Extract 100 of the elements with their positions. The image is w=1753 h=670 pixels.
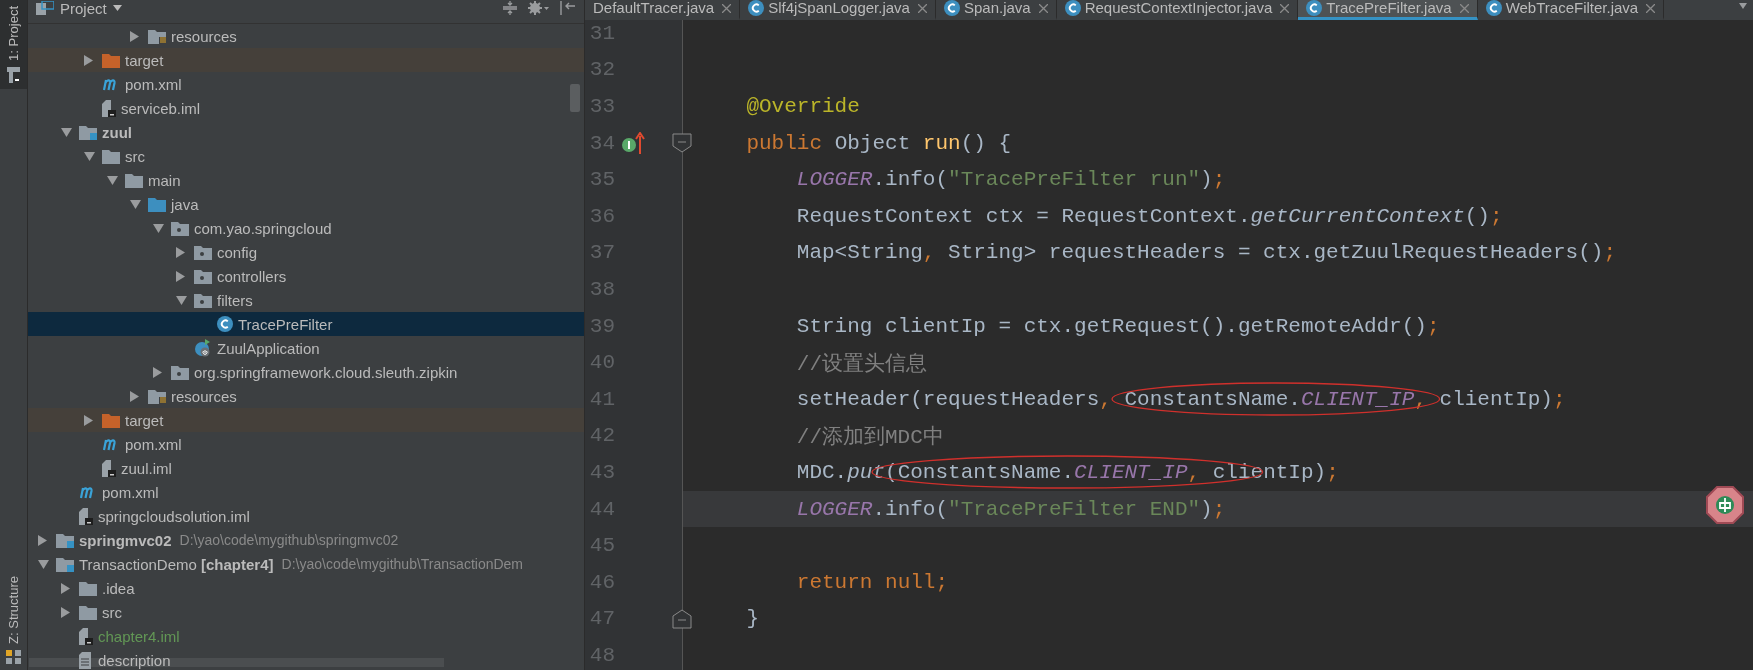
tree-item[interactable]: org.springframework.cloud.sleuth.zipkin: [28, 360, 584, 384]
package-icon: [171, 364, 189, 380]
caret-icon: [112, 5, 122, 11]
collapse-arrow-icon[interactable]: [38, 559, 49, 569]
resources-folder-icon: [148, 28, 166, 44]
collapse-arrow-icon[interactable]: [176, 295, 187, 305]
code-line: String clientIp = ctx.getRequest().getRemoteAddr();: [795, 313, 1441, 340]
tool-window-tab[interactable]: Z: Structure: [0, 570, 27, 670]
tree-item[interactable]: target: [28, 408, 584, 432]
class-icon: [1306, 0, 1323, 16]
collapse-arrow-icon[interactable]: [107, 175, 118, 185]
folder-icon: [79, 580, 97, 596]
tree-item[interactable]: TransactionDemo [chapter4] D:\yao\code\mygithub\TransactionDem: [28, 552, 584, 576]
class-icon: [943, 0, 960, 16]
tree-item[interactable]: controllers: [28, 264, 584, 288]
expand-arrow-icon[interactable]: [84, 414, 93, 426]
expand-arrow-icon[interactable]: [176, 270, 185, 282]
folder-tree-icon: [6, 66, 21, 83]
tree-item[interactable]: springcloudsolution.iml: [28, 504, 584, 528]
tree-item[interactable]: config: [28, 240, 584, 264]
tree-item[interactable]: filters: [28, 288, 584, 312]
code-line: public Object run() {: [745, 130, 1013, 157]
expand-arrow-icon[interactable]: [84, 54, 93, 66]
tree-item[interactable]: src: [28, 600, 584, 624]
code-line: //设置头信息: [795, 351, 929, 378]
resources-folder-icon: [148, 388, 166, 404]
close-icon[interactable]: [1038, 4, 1048, 13]
collapse-all-icon[interactable]: [502, 1, 518, 15]
editor-tab[interactable]: RequestContextInjector.java: [1056, 0, 1299, 20]
collapse-arrow-icon[interactable]: [84, 151, 95, 161]
expand-arrow-icon[interactable]: [176, 246, 185, 258]
override-marker-icon[interactable]: [621, 132, 645, 155]
class-icon: [748, 0, 765, 16]
editor-tab[interactable]: WebTraceFilter.java: [1477, 0, 1665, 20]
settings-icon[interactable]: [528, 1, 550, 15]
tree-item[interactable]: springmvc02 D:\yao\code\mygithub\springmvc02: [28, 528, 584, 552]
tree-item[interactable]: chapter4.iml: [28, 624, 584, 648]
class-icon: [1064, 0, 1081, 16]
package-icon: [194, 292, 212, 308]
folder-icon: [102, 148, 120, 164]
package-icon: [194, 268, 212, 284]
hide-panel-icon[interactable]: [560, 1, 576, 15]
editor-tab[interactable]: TracePreFilter.java: [1298, 0, 1478, 20]
close-icon[interactable]: [917, 4, 927, 13]
project-icon: [36, 1, 54, 15]
close-icon[interactable]: [722, 4, 732, 13]
tree-item[interactable]: .idea: [28, 576, 584, 600]
close-icon[interactable]: [1280, 4, 1290, 13]
expand-arrow-icon[interactable]: [130, 390, 139, 402]
tree-item[interactable]: description: [28, 648, 584, 670]
close-icon[interactable]: [1459, 4, 1469, 13]
close-icon[interactable]: [1646, 4, 1656, 13]
editor-tab[interactable]: Span.java: [935, 0, 1057, 20]
module-file-icon: [102, 99, 116, 117]
tree-item[interactable]: target: [28, 48, 584, 72]
tree-item[interactable]: src: [28, 144, 584, 168]
tree-item[interactable]: main: [28, 168, 584, 192]
expand-arrow-icon[interactable]: [61, 606, 70, 618]
code-line: }: [745, 606, 760, 633]
code-line: return null;: [795, 569, 950, 596]
tool-window-tab[interactable]: 1: Project: [0, 0, 27, 89]
expand-arrow-icon[interactable]: [130, 30, 139, 42]
folder-icon: [102, 52, 120, 68]
module-file-icon: [79, 507, 93, 525]
tree-item[interactable]: pom.xml: [28, 432, 584, 456]
structure-icon: [5, 650, 22, 664]
class-icon: [217, 316, 233, 332]
scrollbar-thumb[interactable]: [570, 84, 580, 112]
tree-item[interactable]: resources: [28, 24, 584, 48]
collapse-arrow-icon[interactable]: [153, 223, 164, 233]
code-line: Map<String, String> requestHeaders = ctx.getZuulRequestHeaders();: [795, 240, 1617, 267]
module-icon: [56, 556, 74, 572]
tree-item[interactable]: TracePreFilter: [28, 312, 584, 336]
project-view-selector[interactable]: Project: [36, 0, 122, 16]
code-line: RequestContext ctx = RequestContext.getCurrentContext();: [795, 203, 1504, 230]
editor-tab[interactable]: Slf4jSpanLogger.java: [740, 0, 936, 20]
folder-icon: [102, 412, 120, 428]
expand-arrow-icon[interactable]: [38, 534, 47, 546]
tree-item[interactable]: resources: [28, 384, 584, 408]
class-icon: [1485, 0, 1502, 16]
tree-item[interactable]: zuul: [28, 120, 584, 144]
tree-item[interactable]: pom.xml: [28, 72, 584, 96]
tree-item[interactable]: java: [28, 192, 584, 216]
module-file-icon: [79, 627, 93, 645]
tree-item[interactable]: serviceb.iml: [28, 96, 584, 120]
tree-item[interactable]: zuul.iml: [28, 456, 584, 480]
fold-icon[interactable]: [672, 608, 692, 629]
tree-item[interactable]: ZuulApplication: [28, 336, 584, 360]
tab-list-caret-icon[interactable]: [1739, 3, 1747, 9]
expand-arrow-icon[interactable]: [61, 582, 70, 594]
module-icon: [79, 124, 97, 140]
octagon-badge-icon[interactable]: [1705, 485, 1745, 525]
fold-icon[interactable]: [672, 132, 692, 153]
collapse-arrow-icon[interactable]: [130, 199, 141, 209]
collapse-arrow-icon[interactable]: [61, 127, 72, 137]
package-icon: [194, 244, 212, 260]
tree-item[interactable]: pom.xml: [28, 480, 584, 504]
tree-item[interactable]: com.yao.springcloud: [28, 216, 584, 240]
expand-arrow-icon[interactable]: [153, 366, 162, 378]
module-file-icon: [102, 459, 116, 477]
